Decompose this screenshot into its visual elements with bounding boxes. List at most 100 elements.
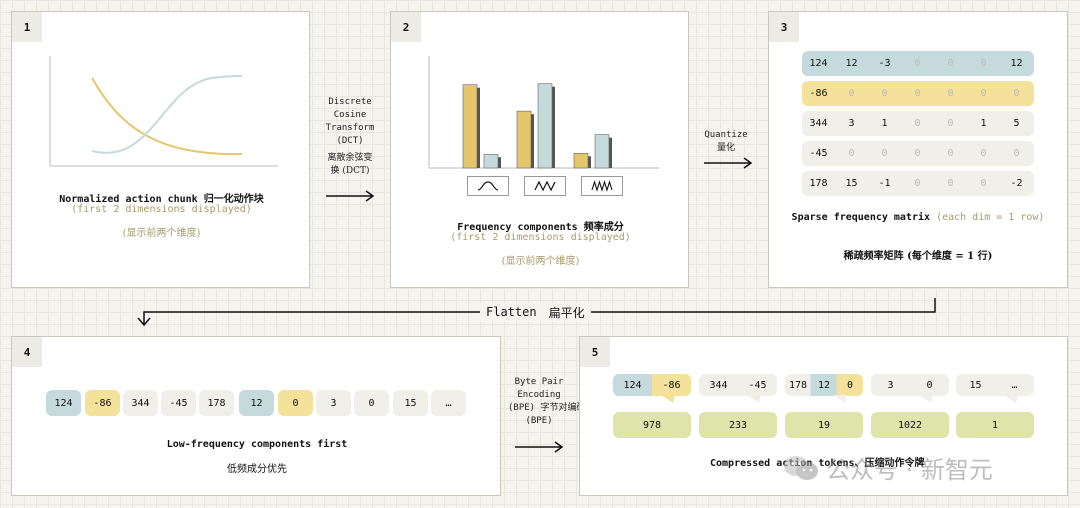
matrix-cell: 178 [809,178,828,189]
panel-number: 4 [12,337,42,367]
matrix-cell: -86 [809,88,828,99]
token-source-group: 30 [871,374,949,396]
token-source-value: 124 [623,379,642,391]
arrow-right-icon [326,190,375,202]
compressed-token: 978 [613,412,691,438]
compressed-token: 19 [785,412,863,438]
arrow-right-icon [515,441,564,453]
token-source-value: -86 [662,379,681,391]
bar-yellow-1 [462,84,478,169]
wechat-icon [784,455,818,480]
token-source-group: 344 -45 [699,374,777,396]
matrix-cell: 344 [809,118,828,129]
matrix-cell: -3 [878,58,891,69]
compressed-token: 1022 [871,412,949,438]
matrix-cell: 0 [914,118,921,129]
wave-icon-low [467,176,509,196]
matrix-cell: 5 [1013,118,1020,129]
token-source-value: 0 [926,379,933,391]
panel-number: 5 [580,337,610,367]
panel3-title: Sparse frequency matrix [791,212,931,223]
curve-dim-2 [91,75,243,154]
matrix-row: -45 0 0 0 0 0 0 [802,141,1034,166]
sequence-chip: 15 [393,390,428,416]
matrix-cell: 0 [947,88,954,99]
matrix-cell: 0 [947,58,954,69]
matrix-cell: 0 [848,148,855,159]
sequence-chip: 3 [316,390,351,416]
matrix-cell: -1 [878,178,891,189]
matrix-cell: 0 [1013,148,1020,159]
matrix-row: 344 3 1 0 0 1 5 [802,111,1034,136]
matrix-cell: 0 [947,148,954,159]
matrix-cell: 0 [914,148,921,159]
panel1-subtitle: (first 2 dimensions displayed) [71,204,252,215]
speech-tail-icon [1004,395,1018,403]
sequence-chip: -86 [85,390,120,416]
sequence-chip: 0 [278,390,313,416]
frequency-bar-chart [428,56,659,169]
matrix-cell: 1 [881,118,888,129]
matrix-cell: 0 [980,148,987,159]
quantize-label: Quantize 量化 [704,130,748,153]
wave-icon-high [581,176,623,196]
token-source-group: 178 12 0 [785,374,863,396]
matrix-cell: 15 [845,178,858,189]
panel2-subtitle-cn: (显示前两个维度) [501,256,580,267]
speech-tail-icon [919,395,933,403]
token-source-group: 124 -86 [613,374,691,396]
matrix-cell: 3 [848,118,855,129]
watermark: 公众号 · 新智元 [782,450,993,485]
sequence-chip: 178 [199,390,234,416]
token-source-value: -45 [748,379,767,391]
panel-number: 1 [12,12,42,42]
matrix-cell: 0 [881,88,888,99]
matrix-cell: 12 [1010,58,1023,69]
curve-dim-1 [91,77,243,156]
panel-low-frequency-first: 4 Low-frequency components first 低频成分优先 [11,336,501,496]
panel2-subtitle: (first 2 dimensions displayed) [450,232,631,243]
panel3-title-note: (each dim = 1 row) [936,212,1045,223]
flatten-label: Flatten 扁平化 [480,303,591,321]
matrix-cell: 0 [914,178,921,189]
speech-tail-icon [833,395,847,403]
wave-icon-mid [524,176,566,196]
matrix-row: 124 12 -3 0 0 0 12 [802,51,1034,76]
matrix-cell: -45 [809,148,828,159]
bpe-label: Byte Pair Encoding (BPE) 字节对编码 (BPE) [508,377,586,426]
compressed-token: 1 [956,412,1034,438]
bar-blue-1 [483,153,499,169]
sequence-chip: -45 [161,390,196,416]
panel4-title: Low-frequency components first [166,439,348,450]
sequence-chip: 344 [123,390,158,416]
sequence-chip: 0 [354,390,389,416]
panel3-title-cn: 稀疏频率矩阵 (每个维度 = 1 行) [843,251,993,262]
token-source-value: 178 [788,379,808,391]
sequence-chip: 12 [239,390,274,416]
matrix-cell: 0 [980,58,987,69]
matrix-cell: 0 [914,88,921,99]
panel-frequency-components: 2 Frequency components 频率成分 (first 2 dim… [390,11,689,288]
matrix-cell: 0 [914,58,921,69]
token-source-value: 3 [887,379,894,391]
matrix-row: -86 0 0 0 0 0 0 [802,81,1034,106]
matrix-cell: 1 [980,118,987,129]
bar-yellow-2 [516,110,532,169]
matrix-cell: 0 [947,178,954,189]
speech-tail-icon [661,395,675,403]
token-source-value: 15 [969,379,982,391]
matrix-cell: 0 [1013,88,1020,99]
matrix-cell: 0 [881,148,888,159]
matrix-cell: 12 [845,58,858,69]
arrow-right-icon [704,157,753,169]
speech-tail-icon [747,395,761,403]
matrix-cell: 0 [980,88,987,99]
matrix-cell: -2 [1010,178,1023,189]
matrix-cell: 124 [809,58,828,69]
token-source-value: 344 [709,379,728,391]
panel4-title-cn: 低频成分优先 [227,464,287,475]
matrix-cell: 0 [848,88,855,99]
bar-yellow-3 [573,153,589,169]
token-source-value: 0 [846,379,854,391]
panel-number: 3 [769,12,799,42]
